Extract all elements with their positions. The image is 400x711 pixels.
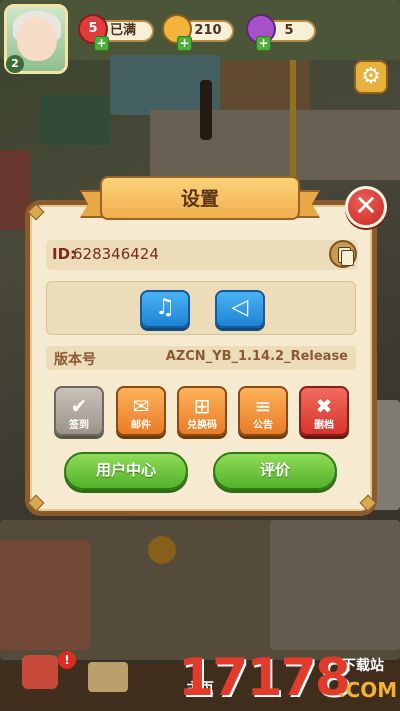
check-in-button[interactable]: ✔ 签到 — [54, 386, 104, 436]
trash-x-icon: ✖ — [315, 394, 333, 418]
add-hearts-button[interactable]: + — [94, 36, 109, 51]
settings-gear-button[interactable]: ⚙ — [354, 60, 388, 94]
sound-toggle-button[interactable]: ◁ — [215, 290, 265, 328]
notice-board-icon: ≡ — [254, 394, 272, 418]
add-coins-button[interactable]: + — [177, 36, 192, 51]
version-label: 版本号 — [54, 352, 96, 368]
rate-button[interactable]: 评价 — [213, 452, 337, 490]
redeem-code-label: 兑换码 — [187, 420, 217, 431]
redeem-code-button[interactable]: ⊞ 兑换码 — [177, 386, 227, 436]
delete-save-button[interactable]: ✖ 删档 — [299, 386, 349, 436]
announcement-button[interactable]: ≡ 公告 — [238, 386, 288, 436]
copy-icon-front — [341, 250, 354, 266]
calendar-check-icon: ✔ — [70, 394, 88, 418]
version-row: 版本号 AZCN_YB_1.14.2_Release — [46, 346, 356, 370]
player-level-badge: 2 — [6, 55, 24, 73]
site-watermark-domain: .COM — [338, 678, 398, 702]
site-watermark-text: 下载站 — [342, 658, 384, 674]
add-gems-button[interactable]: + — [256, 36, 271, 51]
copy-id-button[interactable] — [329, 240, 357, 268]
version-value: AZCN_YB_1.14.2_Release — [165, 349, 348, 364]
speaker-icon: ◁ — [231, 295, 249, 320]
user-center-button[interactable]: 用户中心 — [64, 452, 188, 490]
player-id-row: ID: 628346424 — [46, 240, 358, 270]
delete-save-label: 删档 — [314, 420, 334, 431]
avatar-face — [17, 17, 57, 61]
shop-alert-badge: ! — [58, 651, 76, 669]
map-icon[interactable] — [88, 662, 128, 692]
announcement-label: 公告 — [253, 420, 273, 431]
shop-icon[interactable] — [22, 655, 58, 689]
music-toggle-button[interactable]: ♫ — [140, 290, 190, 328]
dialog-title-ribbon: 设置 — [80, 172, 320, 228]
id-value: 628346424 — [73, 245, 159, 263]
mail-label: 邮件 — [131, 420, 151, 431]
check-in-label: 签到 — [69, 420, 89, 431]
site-watermark-logo: 17178 — [178, 648, 351, 708]
ticket-icon: ⊞ — [193, 394, 211, 418]
dialog-title: 设置 — [180, 188, 219, 210]
envelope-icon: ✉ — [132, 394, 150, 418]
audio-settings-panel — [46, 281, 356, 335]
close-button[interactable]: ✕ — [345, 186, 387, 228]
mail-button[interactable]: ✉ 邮件 — [116, 386, 166, 436]
music-note-icon: ♫ — [155, 295, 175, 320]
